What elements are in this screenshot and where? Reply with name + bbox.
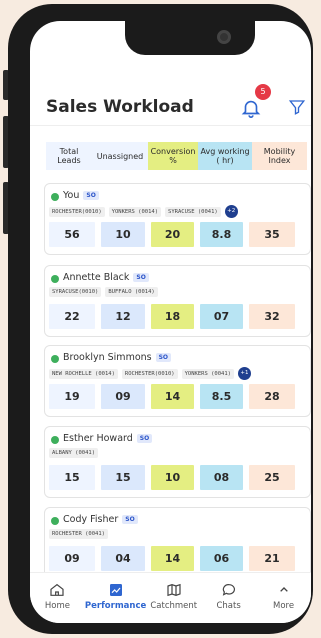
person-name: You SO xyxy=(63,190,99,201)
stat-mobility-index: 21 xyxy=(249,546,295,571)
stats-row: 09 04 14 06 21 xyxy=(49,546,295,571)
location-tags: ROCHESTER (0041) xyxy=(49,529,108,539)
stat-avg-working: 8.8 xyxy=(200,222,243,247)
stat-conversion: 14 xyxy=(151,384,194,409)
location-tag: NEW ROCHELLE (0014) xyxy=(49,368,118,379)
tab-label: Chats xyxy=(216,601,241,611)
bell-icon[interactable] xyxy=(240,97,262,119)
location-tag: ALBANY (0041) xyxy=(49,448,99,458)
location-tags: SYRACUSE(0010) BUFFALO (0014) xyxy=(49,287,158,297)
location-tags: NEW ROCHELLE (0014) ROCHESTER(0010) YONK… xyxy=(49,367,251,380)
workload-card[interactable]: Annette Black SO SYRACUSE(0010) BUFFALO (… xyxy=(44,265,311,337)
stat-avg-working: 07 xyxy=(200,304,243,329)
location-tag: YONKERS (0041) xyxy=(181,368,234,379)
stats-row: 22 12 18 07 32 xyxy=(49,304,295,329)
stat-avg-working: 06 xyxy=(200,546,243,571)
location-tags: ALBANY (0041) xyxy=(49,448,99,458)
home-icon xyxy=(50,583,65,596)
location-tag: SYRACUSE(0010) xyxy=(49,287,102,297)
stat-mobility-index: 25 xyxy=(249,465,295,490)
map-icon xyxy=(167,583,181,597)
bottom-tab-bar: Home Performance Catchment Chats More xyxy=(30,572,311,623)
column-header-conversion: Conversion % xyxy=(148,142,198,170)
stat-conversion: 14 xyxy=(151,546,194,571)
role-badge: SO xyxy=(155,353,172,362)
tab-more[interactable]: More xyxy=(256,573,311,623)
stat-total-leads: 19 xyxy=(49,384,95,409)
stats-row: 15 15 10 08 25 xyxy=(49,465,295,490)
stat-mobility-index: 32 xyxy=(249,304,295,329)
stat-avg-working: 8.5 xyxy=(200,384,243,409)
column-header-row: Total Leads Unassigned Conversion % Avg … xyxy=(46,142,310,170)
stat-unassigned: 12 xyxy=(101,304,145,329)
phone-frame: Sales Workload 5 Total Leads Unassigned … xyxy=(8,4,313,634)
location-tag: SYRACUSE (0041) xyxy=(165,206,221,217)
tab-label: Catchment xyxy=(150,601,198,611)
role-badge: SO xyxy=(133,273,149,282)
stats-row: 56 10 20 8.8 35 xyxy=(49,222,295,247)
filter-icon[interactable] xyxy=(288,98,306,116)
location-tag: ROCHESTER(0010) xyxy=(49,206,105,217)
chat-icon xyxy=(222,584,235,596)
stat-unassigned: 15 xyxy=(101,465,145,490)
tab-home[interactable]: Home xyxy=(30,573,85,623)
person-name: Annette Black SO xyxy=(63,272,149,283)
chevron-up-icon xyxy=(279,587,288,592)
tab-chats[interactable]: Chats xyxy=(201,573,256,623)
workload-card[interactable]: Brooklyn Simmons SO NEW ROCHELLE (0014) R… xyxy=(44,345,311,417)
stat-conversion: 18 xyxy=(151,304,194,329)
location-tag: BUFFALO (0014) xyxy=(105,287,158,297)
notch xyxy=(125,21,255,55)
online-status-dot xyxy=(51,436,59,444)
notification-badge: 5 xyxy=(255,84,271,100)
column-header-avg-working: Avg working ( hr) xyxy=(198,142,252,170)
stat-total-leads: 15 xyxy=(49,465,95,490)
tab-label: Performance xyxy=(84,601,147,611)
header-divider xyxy=(30,125,311,126)
tab-performance[interactable]: Performance xyxy=(85,573,146,623)
person-name: Esther Howard SO xyxy=(63,433,153,444)
online-status-dot xyxy=(51,193,59,201)
more-locations-badge[interactable]: +2 xyxy=(224,205,238,218)
column-header-total-leads: Total Leads xyxy=(46,142,92,170)
stat-avg-working: 08 xyxy=(200,465,243,490)
stat-conversion: 10 xyxy=(151,465,194,490)
app-header: Sales Workload 5 xyxy=(46,84,306,121)
app-screen: Sales Workload 5 Total Leads Unassigned … xyxy=(30,21,311,623)
column-header-unassigned: Unassigned xyxy=(92,142,148,170)
location-tags: ROCHESTER(0010) YONKERS (0014) SYRACUSE … xyxy=(49,205,238,218)
stat-mobility-index: 28 xyxy=(249,384,295,409)
stat-conversion: 20 xyxy=(151,222,194,247)
stat-unassigned: 10 xyxy=(101,222,145,247)
online-status-dot xyxy=(51,517,59,525)
role-badge: SO xyxy=(83,191,99,200)
chart-icon xyxy=(109,584,122,596)
more-locations-badge[interactable]: +1 xyxy=(237,367,251,380)
workload-card[interactable]: Esther Howard SO ALBANY (0041) 15 15 10 0… xyxy=(44,426,311,498)
location-tag: ROCHESTER(0010) xyxy=(121,368,178,379)
column-header-mobility-index: Mobility Index xyxy=(252,142,307,170)
page-title: Sales Workload xyxy=(46,97,194,117)
stat-unassigned: 04 xyxy=(101,546,145,571)
role-badge: SO xyxy=(122,515,138,524)
stat-mobility-index: 35 xyxy=(249,222,295,247)
stats-row: 19 09 14 8.5 28 xyxy=(49,384,295,409)
camera xyxy=(217,30,231,44)
stat-total-leads: 56 xyxy=(49,222,95,247)
stat-unassigned: 09 xyxy=(101,384,145,409)
tab-catchment[interactable]: Catchment xyxy=(146,573,201,623)
person-name: Brooklyn Simmons SO xyxy=(63,352,172,363)
workload-card[interactable]: Cody Fisher SO ROCHESTER (0041) 09 04 14 … xyxy=(44,507,311,579)
tab-label: More xyxy=(273,601,295,611)
location-tag: YONKERS (0014) xyxy=(108,206,162,217)
role-badge: SO xyxy=(136,434,153,443)
person-name: Cody Fisher SO xyxy=(63,514,138,525)
stat-total-leads: 22 xyxy=(49,304,95,329)
location-tag: ROCHESTER (0041) xyxy=(49,529,108,539)
tab-label: Home xyxy=(44,601,70,611)
stat-total-leads: 09 xyxy=(49,546,95,571)
online-status-dot xyxy=(51,275,59,283)
online-status-dot xyxy=(51,355,59,363)
workload-card[interactable]: You SO ROCHESTER(0010) YONKERS (0014) SYR… xyxy=(44,183,311,255)
